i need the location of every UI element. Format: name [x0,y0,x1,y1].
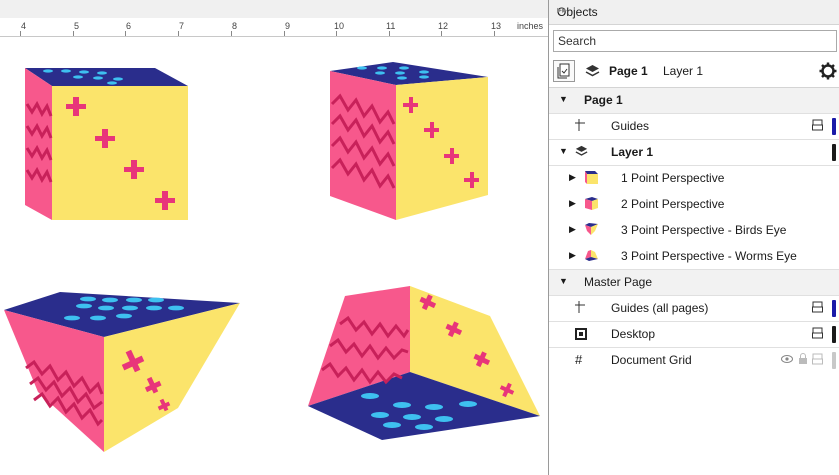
toolbar-page-label[interactable]: Page 1 [609,64,648,78]
page-document-icon[interactable] [553,60,575,82]
printer-icon[interactable] [812,327,823,340]
collapse-triangle-icon[interactable]: ▼ [559,146,568,156]
guides-label: Guides [611,119,650,133]
master-page-label: Master Page [584,275,653,289]
cube-2-point-perspective [330,62,488,220]
tree-row-page-1[interactable]: ▼ Page 1 [549,88,839,114]
lock-icon[interactable] [798,353,808,365]
cube-3-point-birds-eye [4,292,240,452]
search-input[interactable] [553,30,837,52]
guides-icon [575,119,587,131]
tree-row-desktop[interactable]: Desktop [549,322,839,348]
grid-color-bar[interactable] [832,352,836,369]
double-chevron-right-icon[interactable]: ▸▸ [557,5,833,16]
tree-row-object[interactable]: ▶ 1 Point Perspective [549,166,839,191]
toolbar-layer-label[interactable]: Layer 1 [663,64,703,78]
object-thumbnail-icon [584,222,599,237]
objects-toolbar: Page 1 Layer 1 [549,57,839,88]
printer-icon[interactable] [812,353,823,366]
guides-all-color-bar[interactable] [832,300,836,317]
tree-row-object[interactable]: ▶ 3 Point Perspective - Birds Eye [549,218,839,243]
expand-triangle-icon[interactable]: ▶ [569,224,576,235]
guides-icon [575,301,587,313]
layer-color-bar[interactable] [832,144,836,161]
page-1-label: Page 1 [584,93,623,107]
object-label: 2 Point Perspective [621,197,725,211]
grid-icon: # [575,352,583,367]
layers-icon [575,145,588,158]
layers-icon [585,64,600,79]
objects-panel: Objects ▸▸ Page 1 Layer 1 ▼ Page 1 Guide… [549,0,839,475]
desktop-label: Desktop [611,327,656,341]
tree-row-object[interactable]: ▶ 2 Point Perspective [549,192,839,217]
tree-row-guides[interactable]: Guides [549,114,839,140]
eye-icon[interactable] [781,354,793,364]
gear-icon[interactable] [819,62,837,80]
object-thumbnail-icon [584,170,599,185]
expand-triangle-icon[interactable]: ▶ [569,198,576,209]
perspective-artwork[interactable] [0,0,548,475]
tree-row-object[interactable]: ▶ 3 Point Perspective - Worms Eye [549,244,839,270]
document-grid-label: Document Grid [611,353,692,367]
desktop-icon [575,328,587,340]
tree-row-layer-1[interactable]: ▼ Layer 1 [549,140,839,166]
tree-row-master-page[interactable]: ▼ Master Page [549,270,839,296]
tree-row-document-grid[interactable]: # Document Grid [549,348,839,373]
guides-color-bar[interactable] [832,118,836,135]
object-label: 1 Point Perspective [621,171,725,185]
expand-triangle-icon[interactable]: ▶ [569,172,576,183]
printer-icon[interactable] [812,301,823,314]
object-label: 3 Point Perspective - Birds Eye [621,223,787,237]
layer-1-label: Layer 1 [611,145,654,159]
object-label: 3 Point Perspective - Worms Eye [621,249,797,263]
cube-3-point-worms-eye [308,286,540,440]
guides-all-label: Guides (all pages) [611,301,709,315]
collapse-triangle-icon[interactable]: ▼ [559,276,568,286]
drawing-canvas[interactable]: 4 5 6 7 8 9 10 11 12 13 inches [0,0,548,475]
desktop-color-bar[interactable] [832,326,836,343]
tree-row-guides-all-pages[interactable]: Guides (all pages) [549,296,839,322]
expand-triangle-icon[interactable]: ▶ [569,250,576,261]
objects-panel-header: Objects ▸▸ [549,0,839,25]
cube-1-point-perspective [25,68,188,220]
printer-icon[interactable] [812,119,823,132]
object-thumbnail-icon [584,196,599,211]
object-thumbnail-icon [584,248,599,263]
collapse-triangle-icon[interactable]: ▼ [559,94,568,104]
